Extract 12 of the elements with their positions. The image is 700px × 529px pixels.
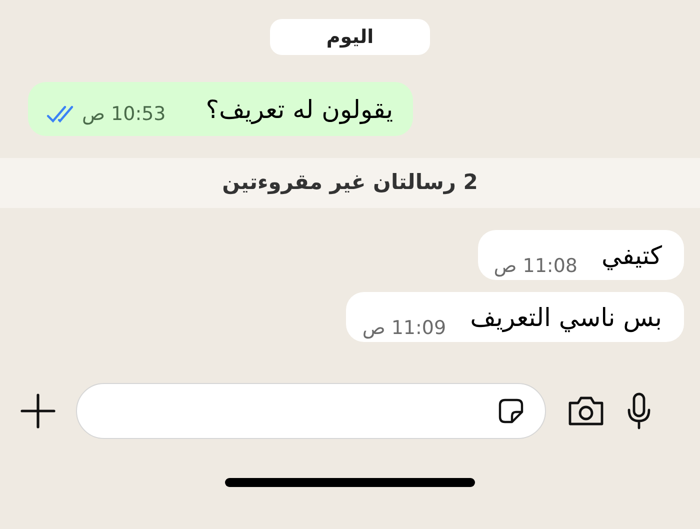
message-time: 11:08 ص bbox=[494, 254, 578, 279]
sticker-icon[interactable] bbox=[497, 397, 525, 425]
message-time: 10:53 ص bbox=[82, 102, 166, 127]
message-text: بس ناسي التعريف bbox=[470, 302, 662, 334]
message-text: يقولون له تعريف؟ bbox=[206, 94, 394, 126]
unread-banner: 2 رسالتان غير مقروءتين bbox=[0, 158, 700, 208]
date-label: اليوم bbox=[270, 19, 430, 55]
microphone-icon[interactable] bbox=[626, 392, 652, 430]
message-text: كتيفي bbox=[602, 240, 662, 272]
message-time: 11:09 ص bbox=[362, 316, 446, 341]
camera-icon[interactable] bbox=[566, 395, 606, 427]
plus-icon[interactable] bbox=[20, 393, 56, 429]
